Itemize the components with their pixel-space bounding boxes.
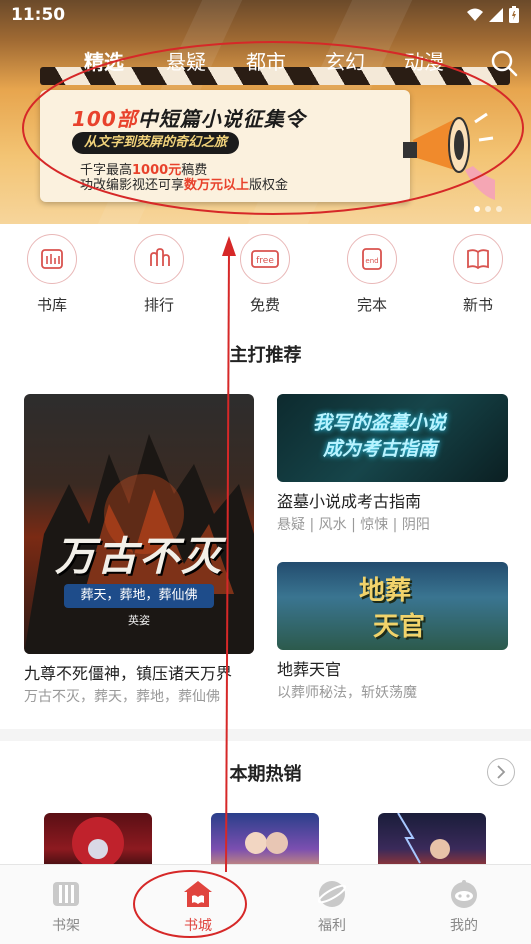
megaphone-icon [403, 112, 495, 200]
status-time: 11:50 [11, 5, 66, 25]
featured-title: 主打推荐 [229, 345, 302, 366]
side-book-2-desc: 以葬师秘法，斩妖荡魔 [277, 685, 417, 701]
bottom-nav: 书架 书城 福利 我的 [0, 864, 531, 944]
status-bar: 11:50 [0, 0, 531, 30]
category-completed[interactable]: end 完本 [332, 234, 412, 315]
svg-text:free: free [256, 256, 274, 266]
banner-copyright-line: 功改编影视还可享数万元以上版权金 [80, 178, 289, 193]
tab-suspense[interactable]: 悬疑 [166, 46, 206, 75]
category-label: 排行 [143, 296, 174, 314]
tab-urban[interactable]: 都市 [246, 46, 286, 75]
category-label: 新书 [462, 296, 493, 314]
nav-bookstore[interactable]: 书城 [153, 879, 243, 935]
banner-pager [474, 206, 502, 212]
cover-subtitle: 葬天，葬地，葬仙佛 [64, 584, 214, 608]
nav-profile[interactable]: 我的 [419, 879, 509, 935]
completed-icon: end [362, 248, 382, 270]
banner-headline: 100部中短篇小说征集令 [72, 107, 306, 131]
wifi-icon [467, 8, 483, 21]
more-button[interactable] [487, 758, 515, 786]
bookstore-page: 100部中短篇小说征集令 从文字到荧屏的奇幻之旅 千字最高1000元稿费 功改编… [0, 0, 531, 944]
category-label: 免费 [249, 296, 280, 314]
nav-welfare[interactable]: 福利 [287, 879, 377, 935]
profile-icon [451, 880, 477, 908]
new-book-icon [467, 249, 489, 270]
category-label: 书库 [36, 296, 67, 314]
pager-dot [474, 206, 480, 212]
category-library[interactable]: 书库 [12, 234, 92, 315]
category-new[interactable]: 新书 [438, 234, 518, 315]
battery-icon [509, 6, 519, 23]
category-ranking[interactable]: 排行 [119, 234, 199, 315]
cover-title: 成为考古指南 [323, 438, 438, 460]
svg-text:end: end [365, 257, 378, 265]
book-library-icon [41, 249, 63, 269]
cover-title: 天官 [373, 612, 426, 642]
promo-banner[interactable]: 100部中短篇小说征集令 从文字到荧屏的奇幻之旅 千字最高1000元稿费 功改编… [0, 0, 531, 224]
nav-label: 书城 [184, 918, 212, 934]
tab-featured[interactable]: 精选 [84, 46, 124, 75]
bookshelf-icon [53, 882, 79, 906]
welfare-icon [317, 881, 347, 907]
side-book-1-desc: 悬疑 | 风水 | 惊悚 | 阴阳 [277, 517, 430, 533]
side-book-1-title[interactable]: 盗墓小说成考古指南 [277, 488, 421, 512]
nav-label: 书架 [52, 918, 80, 934]
nav-label: 福利 [318, 918, 346, 934]
nav-label: 我的 [450, 918, 478, 934]
side-book-2-cover[interactable]: 地葬 天官 [277, 562, 508, 650]
nav-bookshelf[interactable]: 书架 [21, 879, 111, 935]
free-icon: free [251, 250, 279, 268]
category-label: 完本 [356, 296, 387, 314]
tab-fantasy[interactable]: 玄幻 [325, 46, 365, 75]
side-book-1-cover[interactable]: 我写的盗墓小说 成为考古指南 [277, 394, 508, 482]
section-divider [0, 729, 531, 741]
featured-main-desc: 万古不灭，葬天，葬地，葬仙佛 [24, 689, 220, 705]
category-tabs: 精选 悬疑 都市 玄幻 动漫 [0, 46, 531, 76]
cover-title: 地葬 [359, 576, 412, 606]
chevron-right-icon [497, 765, 506, 779]
bookstore-icon [184, 881, 212, 907]
side-book-2-title[interactable]: 地葬天官 [277, 656, 341, 680]
featured-main-cover[interactable]: 万古不灭 葬天，葬地，葬仙佛 英姿 [24, 394, 254, 654]
cover-title: 我写的盗墓小说 [313, 412, 447, 434]
category-free[interactable]: free 免费 [225, 234, 305, 315]
cover-title: 万古不灭 [55, 533, 223, 580]
banner-subtitle: 从文字到荧屏的奇幻之旅 [72, 132, 240, 154]
signal-icon [489, 7, 503, 22]
featured-main-title[interactable]: 九尊不死僵神，镇压诸天万界 [24, 660, 232, 684]
cover-author: 英姿 [128, 614, 150, 627]
search-icon[interactable] [490, 49, 518, 77]
hot-title: 本期热销 [229, 764, 302, 785]
ranking-icon [150, 248, 170, 266]
pager-dot [485, 206, 491, 212]
pager-dot [496, 206, 502, 212]
tab-anime[interactable]: 动漫 [404, 46, 444, 75]
